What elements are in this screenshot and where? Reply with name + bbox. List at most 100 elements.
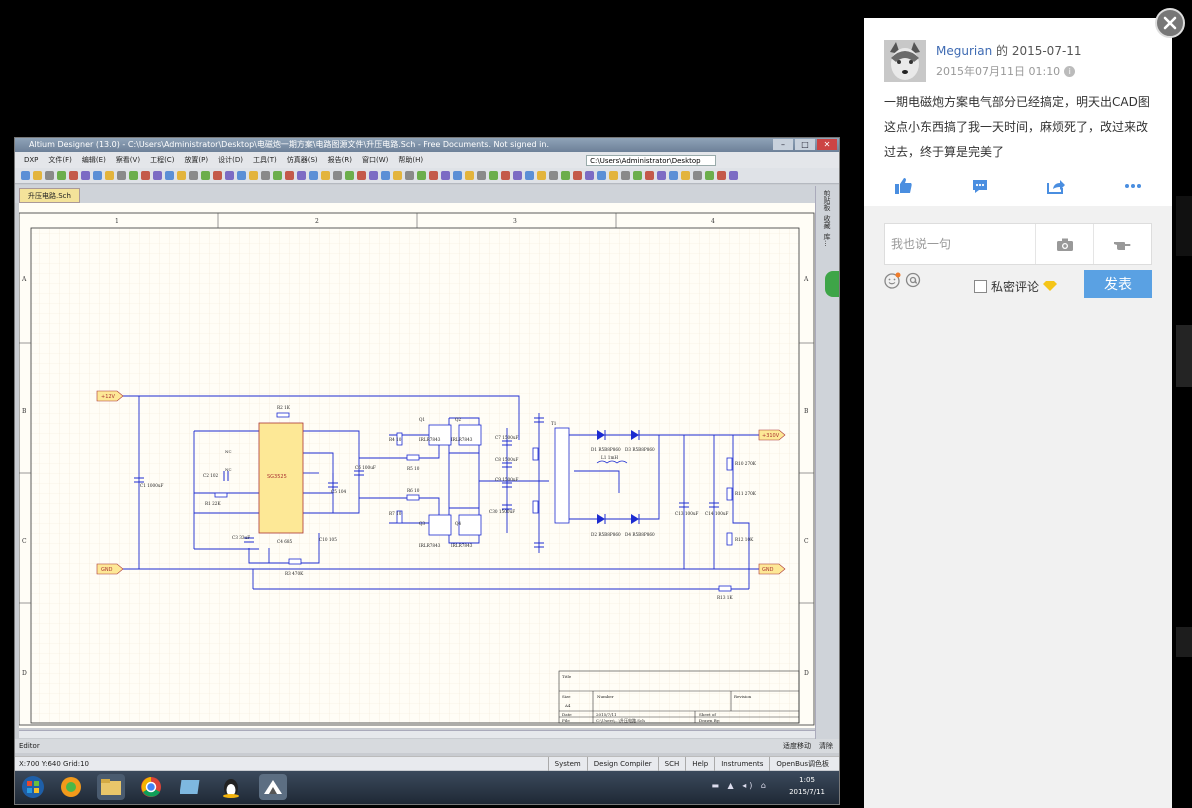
toolbar-icon[interactable] — [657, 171, 666, 180]
toolbar-icon[interactable] — [321, 171, 330, 180]
chrome-icon[interactable] — [137, 774, 165, 800]
toolbar-icon[interactable] — [21, 171, 30, 180]
toolbar-icon[interactable] — [153, 171, 162, 180]
toolbar-icon[interactable] — [441, 171, 450, 180]
toolbar-icon[interactable] — [297, 171, 306, 180]
toolbar-icon[interactable] — [525, 171, 534, 180]
avatar[interactable] — [884, 40, 926, 82]
menu-tools[interactable]: 工具(T) — [248, 152, 282, 168]
toolbar-icon[interactable] — [609, 171, 618, 180]
mention-icon[interactable] — [905, 272, 921, 293]
toolbar-icon[interactable] — [249, 171, 258, 180]
toolbar-icon[interactable] — [393, 171, 402, 180]
file-explorer-icon[interactable] — [97, 774, 125, 800]
toolbar-icon[interactable] — [225, 171, 234, 180]
like-icon[interactable] — [892, 176, 914, 196]
toolbar-icon[interactable] — [57, 171, 66, 180]
menu-design[interactable]: 设计(D) — [213, 152, 248, 168]
toolbar-icon[interactable] — [237, 171, 246, 180]
toolbar-icon[interactable] — [537, 171, 546, 180]
app-360-icon[interactable] — [57, 774, 85, 800]
toolbar-icon[interactable] — [285, 171, 294, 180]
toolbar-icon[interactable] — [669, 171, 678, 180]
info-icon[interactable]: i — [1064, 65, 1076, 77]
private-comment-checkbox[interactable] — [974, 280, 987, 293]
menu-help[interactable]: 帮助(H) — [393, 152, 428, 168]
toolbar-icon[interactable] — [633, 171, 642, 180]
toolbar-icon[interactable] — [561, 171, 570, 180]
menu-place[interactable]: 放置(P) — [179, 152, 213, 168]
menu-dxp[interactable]: DXP — [19, 152, 43, 168]
toolbar-icon[interactable] — [333, 171, 342, 180]
comment-icon[interactable] — [969, 176, 991, 196]
horizontal-scrollbar[interactable] — [19, 730, 815, 738]
status-tab-instruments[interactable]: Instruments — [714, 757, 769, 771]
schematic-canvas[interactable]: 1 2 3 4 A B C D A B C D +12V GND +310V G… — [19, 203, 815, 728]
toolbar-icon[interactable] — [141, 171, 150, 180]
toolbar-icon[interactable] — [93, 171, 102, 180]
editor-clear-option[interactable]: 清除 — [819, 739, 833, 753]
toolbar-icon[interactable] — [369, 171, 378, 180]
toolbar-icon[interactable] — [33, 171, 42, 180]
status-tab-help[interactable]: Help — [685, 757, 714, 771]
toolbar-icon[interactable] — [681, 171, 690, 180]
maximize-button[interactable]: □ — [795, 139, 815, 150]
toolbar-icon[interactable] — [477, 171, 486, 180]
toolbar-icon[interactable] — [69, 171, 78, 180]
panel-favorites[interactable]: 收藏 — [822, 215, 832, 229]
menu-simulator[interactable]: 仿真器(S) — [282, 152, 323, 168]
post-photo[interactable]: Altium Designer (13.0) - C:\Users\Admini… — [14, 137, 840, 805]
toolbar-icon[interactable] — [621, 171, 630, 180]
more-icon[interactable] — [1122, 176, 1144, 196]
toolbar-icon[interactable] — [105, 171, 114, 180]
toolbar-icon[interactable] — [189, 171, 198, 180]
toolbar-icon[interactable] — [45, 171, 54, 180]
close-viewer-button[interactable] — [1155, 8, 1185, 38]
toolbar-icon[interactable] — [573, 171, 582, 180]
poke-hand-icon[interactable] — [1093, 224, 1152, 264]
toolbar-icon[interactable] — [717, 171, 726, 180]
author-name[interactable]: Megurian — [936, 44, 992, 58]
toolbar-icon[interactable] — [489, 171, 498, 180]
toolbar-icon[interactable] — [309, 171, 318, 180]
minimize-button[interactable]: – — [773, 139, 793, 150]
menu-view[interactable]: 察看(V) — [111, 152, 145, 168]
sogou-icon[interactable] — [177, 774, 205, 800]
toolbar-icon[interactable] — [693, 171, 702, 180]
camera-icon[interactable] — [1035, 224, 1093, 264]
toolbar-icon[interactable] — [357, 171, 366, 180]
toolbar-icon[interactable] — [501, 171, 510, 180]
toolbar-icon[interactable] — [165, 171, 174, 180]
doc-tab[interactable]: 升压电路.Sch — [19, 188, 80, 203]
emoji-icon[interactable] — [884, 272, 901, 293]
toolbar-icon[interactable] — [405, 171, 414, 180]
toolbar-icon[interactable] — [417, 171, 426, 180]
toolbar-icon[interactable] — [645, 171, 654, 180]
status-tab-openbus[interactable]: OpenBus调色板 — [769, 757, 835, 771]
toolbar-icon[interactable] — [261, 171, 270, 180]
toolbar-icon[interactable] — [705, 171, 714, 180]
comment-input[interactable] — [885, 224, 1035, 264]
toolbar-icon[interactable] — [381, 171, 390, 180]
menu-file[interactable]: 文件(F) — [43, 152, 77, 168]
status-tab-system[interactable]: System — [547, 757, 587, 771]
toolbar-icon[interactable] — [177, 171, 186, 180]
menu-edit[interactable]: 编辑(E) — [77, 152, 111, 168]
menu-project[interactable]: 工程(C) — [145, 152, 179, 168]
menu-reports[interactable]: 报告(R) — [323, 152, 357, 168]
windows-start-icon[interactable] — [19, 774, 47, 800]
toolbar-icon[interactable] — [465, 171, 474, 180]
toolbar-icon[interactable] — [513, 171, 522, 180]
path-field[interactable]: C:\Users\Administrator\Desktop — [586, 154, 717, 166]
menu-window[interactable]: 窗口(W) — [357, 152, 393, 168]
toolbar-icon[interactable] — [345, 171, 354, 180]
status-tab-design-compiler[interactable]: Design Compiler — [586, 757, 658, 771]
toolbar-icon[interactable] — [729, 171, 738, 180]
toolbar-icon[interactable] — [81, 171, 90, 180]
toolbar-icon[interactable] — [597, 171, 606, 180]
schematic-sheet[interactable]: 1 2 3 4 A B C D A B C D +12V GND +310V G… — [19, 203, 815, 728]
system-tray-icons[interactable]: ▬ ▲ ◂) ⌂ — [711, 781, 769, 790]
status-tab-sch[interactable]: SCH — [657, 757, 686, 771]
editor-move-option[interactable]: 适度移动 — [783, 739, 811, 753]
share-icon[interactable] — [1045, 176, 1067, 196]
